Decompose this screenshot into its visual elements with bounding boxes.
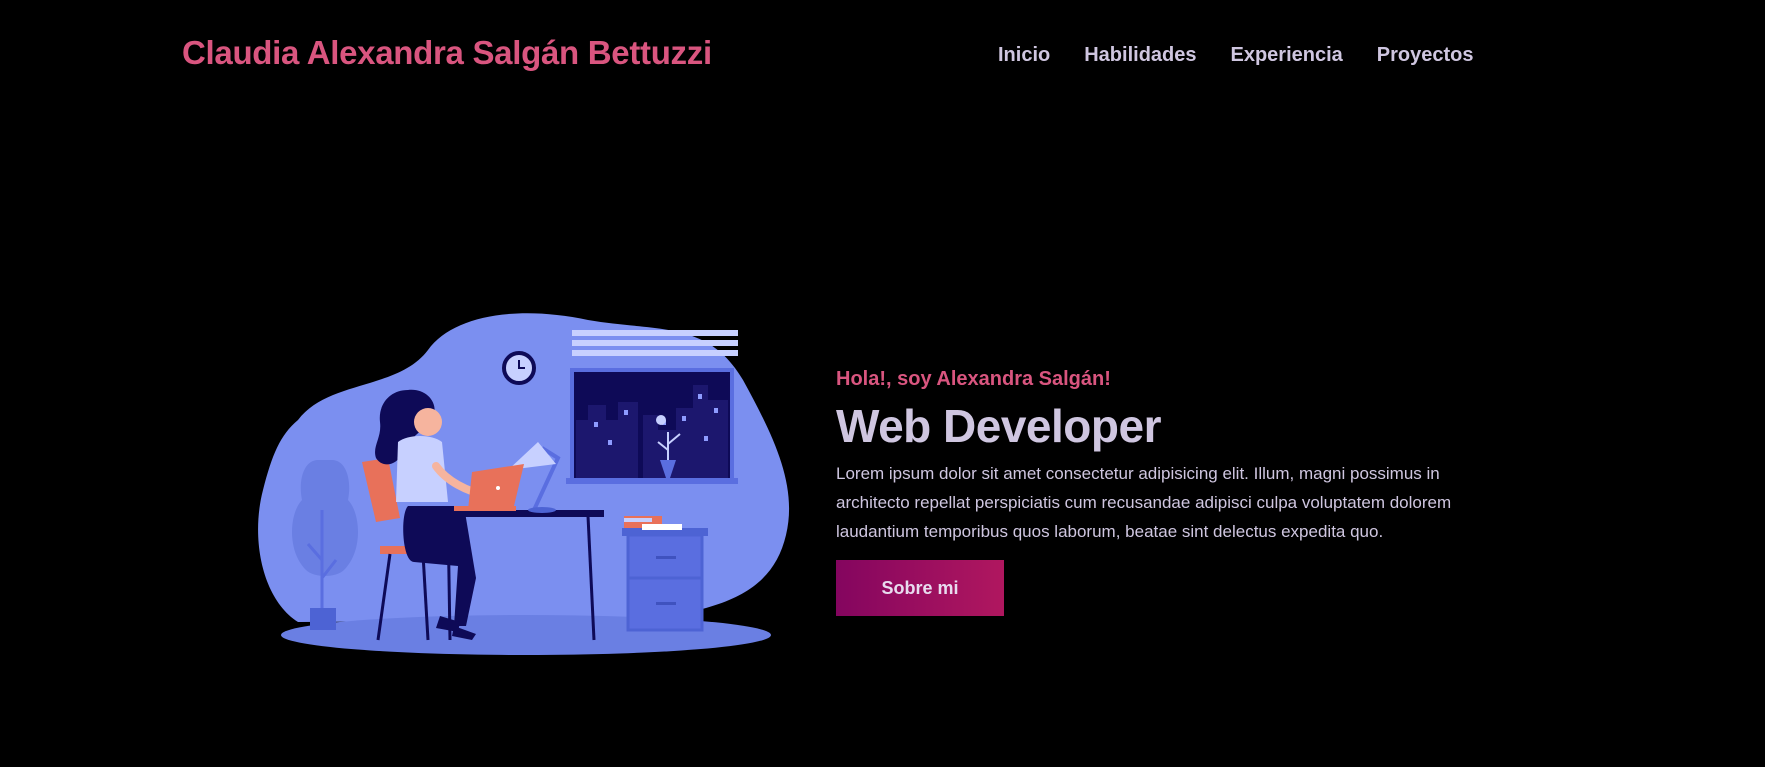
nav-item-inicio[interactable]: Inicio bbox=[998, 44, 1050, 67]
hero-description: Lorem ipsum dolor sit amet consectetur a… bbox=[836, 464, 1452, 541]
about-me-button[interactable]: Sobre mi bbox=[836, 560, 1004, 616]
site-brand[interactable]: Claudia Alexandra Salgán Bettuzzi bbox=[182, 34, 712, 72]
hero-greeting: Hola!, soy Alexandra Salgán! bbox=[836, 368, 1111, 390]
woman-working-on-laptop-illustration bbox=[258, 313, 790, 655]
nav-item-proyectos[interactable]: Proyectos bbox=[1377, 44, 1474, 67]
nav-item-habilidades[interactable]: Habilidades bbox=[1084, 44, 1196, 67]
main-nav: Inicio Habilidades Experiencia Proyectos bbox=[998, 44, 1508, 67]
hero-title: Web Developer bbox=[836, 400, 1161, 452]
hero-illustration bbox=[258, 310, 794, 656]
nav-item-experiencia[interactable]: Experiencia bbox=[1231, 44, 1343, 67]
hero-section: Hola!, soy Alexandra Salgán! Web Develop… bbox=[836, 368, 1496, 616]
